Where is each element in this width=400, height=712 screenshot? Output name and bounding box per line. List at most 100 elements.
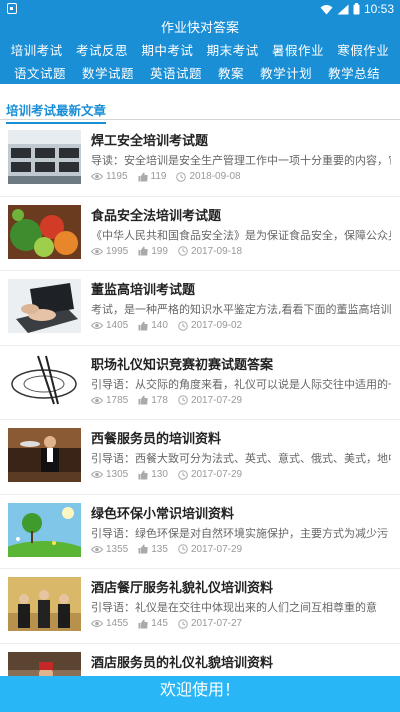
view-count-value: 1355 (106, 543, 129, 555)
publish-date: 2017-07-29 (178, 395, 242, 406)
vegetables-photo (8, 204, 81, 259)
status-bar: 10:53 (0, 0, 400, 18)
publish-date: 2017-07-27 (178, 618, 242, 629)
article-item[interactable]: 食品安全法培训考试题《中华人民共和国食品安全法》是为保证食品安全，保障公众身 19… (0, 197, 400, 271)
nav-item-hanjia-zuoye[interactable]: 寒假作业 (337, 40, 389, 59)
like-count-value: 135 (151, 543, 168, 555)
article-item[interactable]: 董监高培训考试题考试，是一种严格的知识水平鉴定方法,看看下面的董监高培训 1405… (0, 271, 400, 346)
article-title[interactable]: 董监高培训考试题 (91, 279, 195, 298)
article-summary: 《中华人民共和国食品安全法》是为保证食品安全，保障公众身 (91, 228, 391, 242)
publish-date: 2017-09-18 (178, 246, 242, 257)
green-landscape-photo (8, 502, 81, 557)
article-title[interactable]: 绿色环保小常识培训资料 (91, 503, 234, 522)
article-thumbnail[interactable] (8, 428, 81, 482)
article-meta: 1785 178 2017-07-29 (91, 395, 252, 406)
article-meta: 1195 119 2018-09-08 (91, 171, 251, 182)
view-count: 1785 (91, 395, 128, 406)
views-icon (91, 471, 103, 478)
like-count: 178 (138, 395, 168, 406)
like-count-value: 199 (151, 245, 168, 257)
article-list: 焊工安全培训考试题 导读：安全培训是安全生产管理工作中一项十分重要的内容，它 119… (0, 122, 400, 712)
category-nav: 培训考试 考试反思 期中考试 期末考试 暑假作业 寒假作业 语文试题 数学试题 … (0, 38, 400, 84)
article-item[interactable]: 焊工安全培训考试题 导读：安全培训是安全生产管理工作中一项十分重要的内容，它 119… (0, 122, 400, 197)
article-item[interactable]: 职场礼仪知识竞赛初赛试题答案 引导语：从交际的角度来看，礼仪可以说是人际交往中适用… (0, 346, 400, 420)
publish-date: 2018-09-08 (176, 171, 241, 182)
app-title: 作业快对答案 (0, 18, 400, 38)
view-count-value: 1305 (106, 469, 129, 480)
nav-item-shujia-zuoye[interactable]: 暑假作业 (272, 40, 324, 59)
publish-date-value: 2017-07-29 (190, 469, 243, 480)
like-count: 135 (138, 544, 168, 555)
category-row-2: 语文试题 数学试题 英语试题 教案 教学计划 教学总结 (0, 61, 400, 84)
nav-item-jiaoxue-jihua[interactable]: 教学计划 (260, 63, 312, 82)
view-count-value: 1995 (106, 245, 129, 257)
nav-item-jiaoxue-zongjie[interactable]: 教学总结 (328, 63, 380, 82)
like-count: 130 (138, 469, 168, 480)
article-title[interactable]: 酒店餐厅服务礼貌礼仪培训资料 (91, 577, 273, 596)
notification-icon (7, 3, 17, 14)
nav-item-yuwen-shiti[interactable]: 语文试题 (14, 63, 66, 82)
view-count-value: 1195 (106, 171, 128, 182)
clock-icon (178, 544, 188, 554)
article-thumbnail[interactable] (8, 577, 81, 631)
like-count: 119 (138, 171, 166, 182)
article-summary: 引导语：西餐大致可分为法式、英式、意式、俄式、美式，地中 (91, 452, 391, 465)
category-row-1: 培训考试 考试反思 期中考试 期末考试 暑假作业 寒假作业 (0, 38, 400, 61)
clock-icon (178, 469, 188, 480)
view-count: 1455 (91, 618, 128, 629)
clock-icon (176, 171, 187, 182)
publish-date-value: 2017-09-02 (190, 320, 243, 331)
article-item[interactable]: 绿色环保小常识培训资料引导语：绿色环保是对自然环境实施保护，主要方式为减少污 13… (0, 495, 400, 569)
publish-date: 2017-07-29 (178, 544, 242, 555)
article-thumbnail[interactable] (8, 130, 81, 184)
article-item[interactable]: 西餐服务员的培训资料引导语：西餐大致可分为法式、英式、意式、俄式、美式，地中 13… (0, 420, 400, 495)
like-icon (138, 395, 148, 405)
publish-date-value: 2017-07-29 (190, 394, 243, 406)
like-icon (138, 246, 148, 256)
clock-icon (178, 320, 188, 331)
section-title[interactable]: 培训考试最新文章 (6, 100, 107, 124)
publish-date-value: 2018-09-08 (189, 171, 241, 182)
clock: 10:53 (363, 2, 394, 16)
nav-item-jiaoan[interactable]: 教案 (218, 63, 244, 82)
like-count: 199 (138, 246, 168, 257)
nav-item-kaoshi-fansi[interactable]: 考试反思 (76, 40, 128, 59)
nav-item-peixun-kaoshi[interactable]: 培训考试 (11, 40, 63, 59)
view-count: 1995 (91, 246, 128, 257)
article-summary: 引导语：绿色环保是对自然环境实施保护，主要方式为减少污 (91, 526, 388, 540)
article-thumbnail[interactable] (8, 353, 81, 408)
view-count: 1355 (91, 544, 128, 555)
article-title[interactable]: 焊工安全培训考试题 (91, 130, 208, 149)
article-title[interactable]: 酒店服务员的礼仪礼貌培训资料 (91, 652, 273, 671)
article-thumbnail[interactable] (8, 204, 81, 259)
clock-icon (178, 395, 188, 405)
like-count: 140 (138, 320, 168, 331)
welcome-banner[interactable]: 欢迎使用！ (0, 676, 400, 712)
like-icon (138, 619, 148, 628)
nav-item-qizhong-kaoshi[interactable]: 期中考试 (141, 40, 193, 59)
nav-item-qimo-kaoshi[interactable]: 期末考试 (207, 40, 259, 59)
article-thumbnail[interactable] (8, 279, 81, 333)
like-icon (138, 172, 148, 181)
article-thumbnail[interactable] (8, 502, 81, 557)
hotel-staff-photo (8, 577, 81, 631)
article-title[interactable]: 西餐服务员的培训资料 (91, 428, 221, 447)
views-icon (91, 173, 103, 180)
like-count: 145 (138, 618, 168, 629)
views-icon (91, 322, 103, 329)
views-icon (91, 396, 103, 404)
nav-item-shuxue-shiti[interactable]: 数学试题 (82, 63, 134, 82)
view-count-value: 1405 (106, 320, 129, 331)
clock-icon (178, 618, 188, 629)
nav-item-yingyu-shiti[interactable]: 英语试题 (150, 63, 202, 82)
article-meta: 1305 130 2017-07-29 (91, 469, 252, 480)
classroom-photo (8, 130, 81, 184)
article-item[interactable]: 酒店餐厅服务礼貌礼仪培训资料引导语：礼仪是在交往中体现出来的人们之间互相尊重的意… (0, 569, 400, 644)
article-summary: 引导语：礼仪是在交往中体现出来的人们之间互相尊重的意 (91, 601, 377, 614)
view-count-value: 1455 (106, 618, 129, 629)
like-icon (138, 544, 148, 554)
article-title[interactable]: 职场礼仪知识竞赛初赛试题答案 (91, 354, 273, 373)
article-summary: 考试，是一种严格的知识水平鉴定方法,看看下面的董监高培训 (91, 303, 391, 316)
article-title[interactable]: 食品安全法培训考试题 (91, 205, 221, 224)
clock-icon (178, 246, 188, 256)
